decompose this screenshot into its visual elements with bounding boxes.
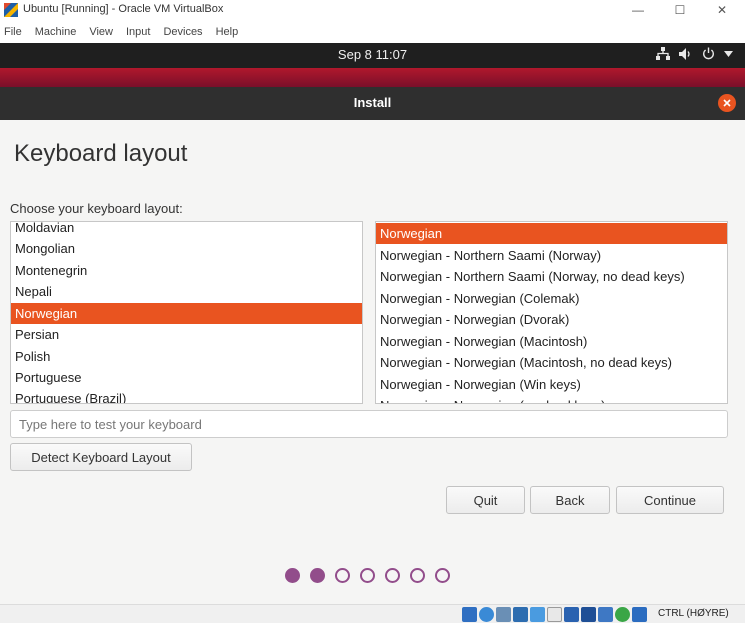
variant-item[interactable]: Norwegian <box>376 223 727 244</box>
back-button[interactable]: Back <box>530 486 610 514</box>
volume-icon <box>679 47 690 60</box>
display-icon[interactable] <box>564 607 579 622</box>
layout-item-nepali[interactable]: Nepali <box>11 281 362 302</box>
virtualbox-logo-icon <box>4 3 18 17</box>
power-icon <box>703 47 714 60</box>
menu-devices[interactable]: Devices <box>163 26 202 38</box>
optical-drive-icon[interactable] <box>479 607 494 622</box>
vbox-menubar: File Machine View Input Devices Help <box>0 20 745 43</box>
step-dot <box>310 568 325 583</box>
variant-item[interactable]: Norwegian - Norwegian (Macintosh) <box>376 331 727 352</box>
minimize-button[interactable]: — <box>618 0 658 20</box>
menu-help[interactable]: Help <box>216 26 239 38</box>
variant-item[interactable]: Norwegian - Norwegian (no dead keys) <box>376 395 727 403</box>
step-dot <box>410 568 425 583</box>
shared-folders-icon[interactable] <box>547 607 562 622</box>
layout-item-montenegrin[interactable]: Montenegrin <box>11 260 362 281</box>
clock[interactable]: Sep 8 11:07 <box>0 47 745 62</box>
close-icon <box>723 99 731 107</box>
layout-item-norwegian[interactable]: Norwegian <box>11 303 362 324</box>
window-title: Ubuntu [Running] - Oracle VM VirtualBox <box>23 3 224 15</box>
ubuntu-top-panel: Sep 8 11:07 <box>0 43 745 68</box>
installer-title: Install <box>353 95 392 110</box>
mouse-integration-icon[interactable] <box>615 607 630 622</box>
variant-item[interactable]: Norwegian - Norwegian (Macintosh, no dea… <box>376 352 727 373</box>
install-progress-dots <box>285 568 450 583</box>
layout-item-persian[interactable]: Persian <box>11 324 362 345</box>
variant-item[interactable]: Norwegian - Northern Saami (Norway, no d… <box>376 266 727 287</box>
detect-layout-button[interactable]: Detect Keyboard Layout <box>10 443 192 471</box>
layout-item-moldavian[interactable]: Moldavian <box>11 222 362 238</box>
installer-close-button[interactable] <box>718 94 736 112</box>
menu-view[interactable]: View <box>89 26 113 38</box>
step-dot <box>335 568 350 583</box>
keyboard-test-input[interactable] <box>10 410 728 438</box>
vbox-titlebar: Ubuntu [Running] - Oracle VM VirtualBox … <box>0 0 745 20</box>
layout-item-portuguese[interactable]: Portuguese <box>11 367 362 388</box>
layout-item-polish[interactable]: Polish <box>11 346 362 367</box>
menu-machine[interactable]: Machine <box>35 26 77 38</box>
page-title: Keyboard layout <box>14 140 188 167</box>
variant-item[interactable]: Norwegian - Northern Saami (Norway) <box>376 245 727 266</box>
audio-icon[interactable] <box>496 607 511 622</box>
variant-item[interactable]: Norwegian - Norwegian (Dvorak) <box>376 309 727 330</box>
close-window-button[interactable]: ✕ <box>702 0 742 20</box>
recording-icon[interactable] <box>581 607 596 622</box>
maximize-button[interactable]: ☐ <box>660 0 700 20</box>
vbox-statusbar: CTRL (HØYRE) <box>0 604 745 623</box>
continue-button[interactable]: Continue <box>616 486 724 514</box>
menu-file[interactable]: File <box>4 26 22 38</box>
step-dot <box>285 568 300 583</box>
system-tray[interactable] <box>656 47 733 60</box>
menu-input[interactable]: Input <box>126 26 150 38</box>
variant-item[interactable]: Norwegian - Norwegian (Win keys) <box>376 374 727 395</box>
step-dot <box>385 568 400 583</box>
statusbar-icons <box>462 607 647 622</box>
hard-disk-icon[interactable] <box>462 607 477 622</box>
layout-item-mongolian[interactable]: Mongolian <box>11 238 362 259</box>
network-wired-icon <box>656 47 670 60</box>
layout-list[interactable]: Moldavian Mongolian Montenegrin Nepali N… <box>10 221 363 404</box>
network-icon[interactable] <box>513 607 528 622</box>
installer-header: Install <box>0 87 745 120</box>
usb-icon[interactable] <box>530 607 545 622</box>
host-key-label: CTRL (HØYRE) <box>658 608 729 619</box>
choose-layout-label: Choose your keyboard layout: <box>10 201 183 216</box>
layout-item-portuguese-brazil[interactable]: Portuguese (Brazil) <box>11 388 362 403</box>
variant-list[interactable]: Norwegian Norwegian - Northern Saami (No… <box>375 221 728 404</box>
quit-button[interactable]: Quit <box>446 486 525 514</box>
variant-item[interactable]: Norwegian - Norwegian (Colemak) <box>376 288 727 309</box>
host-key-icon[interactable] <box>632 607 647 622</box>
desktop-background <box>0 68 745 87</box>
step-dot <box>435 568 450 583</box>
step-dot <box>360 568 375 583</box>
cpu-icon[interactable] <box>598 607 613 622</box>
chevron-down-icon <box>724 50 733 57</box>
